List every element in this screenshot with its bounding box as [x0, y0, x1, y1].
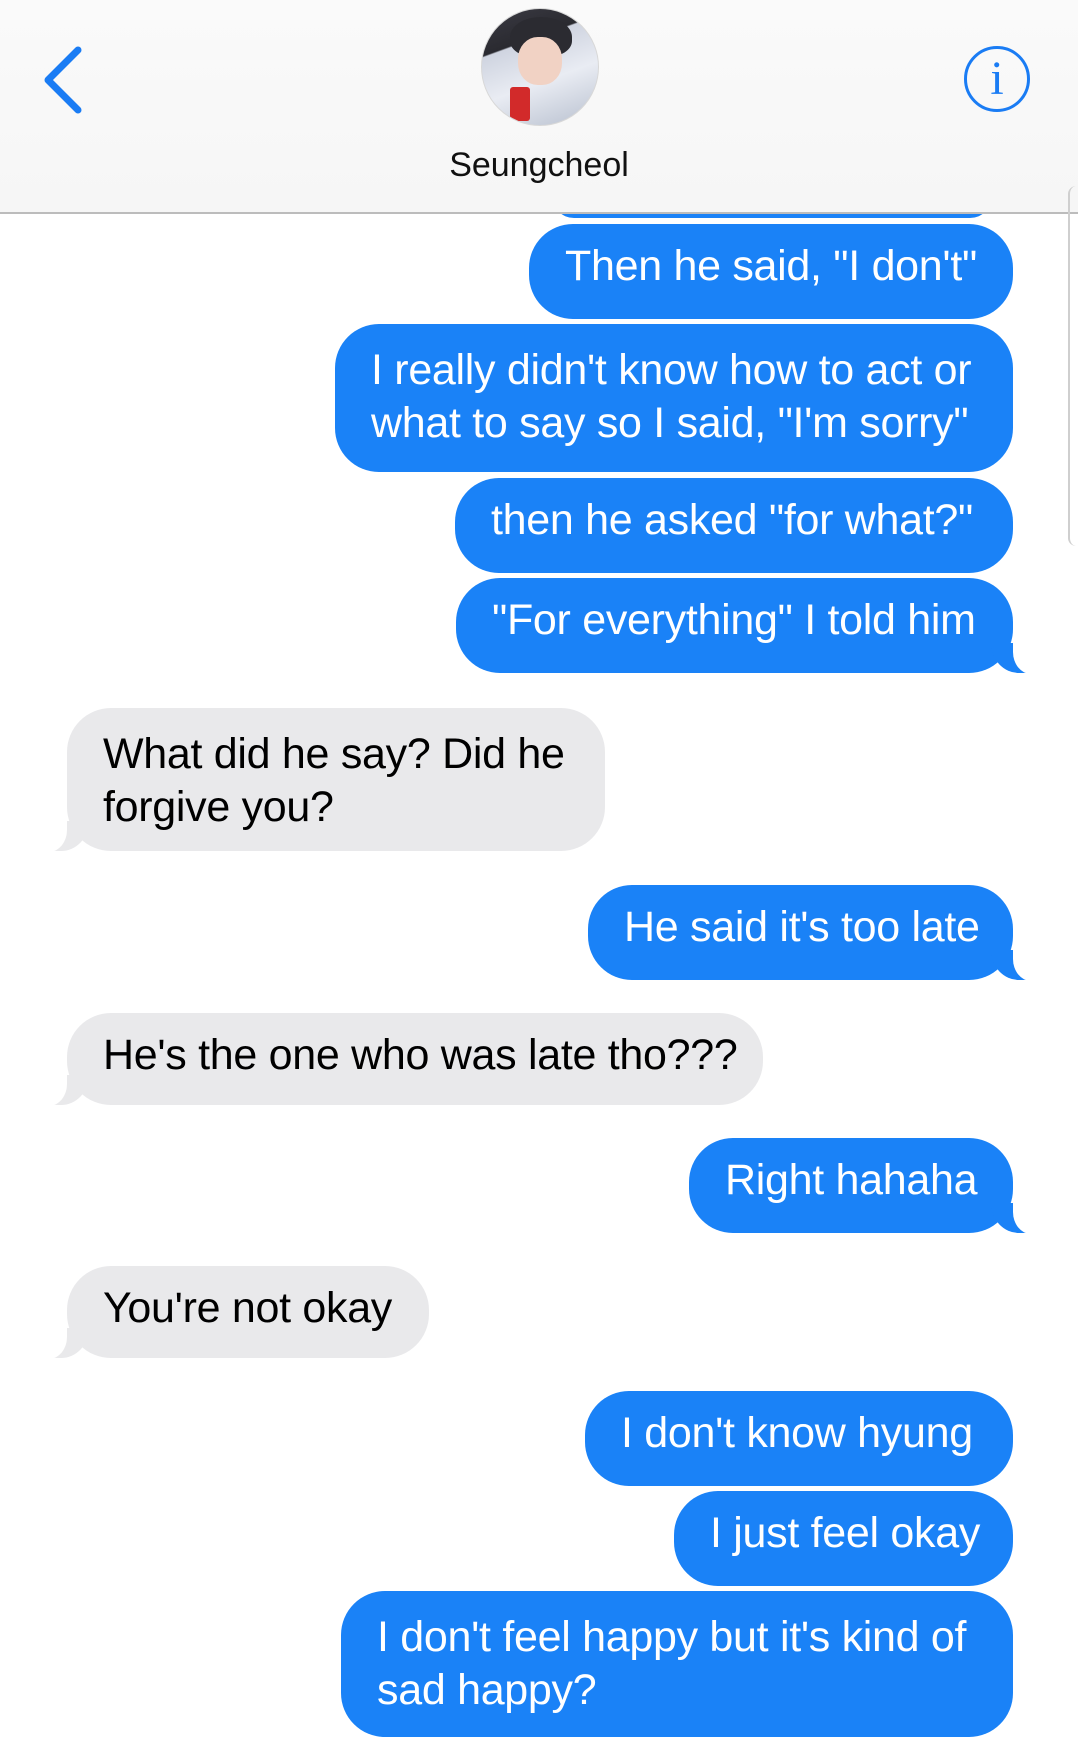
message-text: What did he say? Did he forgive you?: [103, 730, 565, 831]
scrollbar[interactable]: [1068, 186, 1078, 546]
message-text: He's the one who was late tho???: [103, 1031, 738, 1079]
contact-name[interactable]: Seungcheol: [0, 146, 1078, 185]
message-text: "For everything" I told him: [492, 596, 976, 644]
message-text: Right hahaha: [725, 1156, 978, 1204]
message-bubble-sent[interactable]: Right hahaha: [689, 1138, 1043, 1234]
message-text: I just feel okay: [710, 1509, 981, 1557]
message-bubble-sent[interactable]: "For everything" I told him: [456, 578, 1043, 674]
message-bubble-sent[interactable]: Then he said, "I don't": [529, 224, 1013, 319]
chevron-left-icon: [44, 46, 82, 114]
contact-avatar[interactable]: [481, 8, 599, 126]
message-text: then he asked "for what?": [491, 496, 974, 544]
message-text: Then he said, "I don't": [565, 242, 977, 290]
message-bubble-sent[interactable]: He said it's too late: [588, 885, 1043, 981]
message-text: He said it's too late: [624, 903, 980, 951]
message-bubble-sent[interactable]: then he asked "for what?": [455, 478, 1013, 573]
message-text: I don't know hyung: [621, 1409, 973, 1457]
message-text: You're not okay: [103, 1284, 393, 1332]
message-text: I don't feel happy but it's kind of sad …: [377, 1613, 967, 1714]
message-bubble-received[interactable]: You're not okay: [37, 1266, 429, 1359]
message-bubble-sent[interactable]: I don't know hyung: [585, 1391, 1013, 1486]
conversation-header: Seungcheol i: [0, 0, 1078, 214]
back-button[interactable]: [36, 42, 96, 118]
message-bubble-sent[interactable]: I really didn't know how to act or what …: [335, 324, 1013, 472]
message-bubble-sent[interactable]: I don't feel happy but it's kind of sad …: [341, 1591, 1013, 1737]
message-bubble-received[interactable]: What did he say? Did he forgive you?: [37, 708, 605, 852]
message-thread: Then he said, "I don't" I really didn't …: [0, 0, 1078, 1754]
message-text: I really didn't know how to act or what …: [371, 346, 972, 447]
message-bubble-sent[interactable]: I just feel okay: [674, 1491, 1013, 1586]
info-icon: i: [990, 52, 1004, 105]
message-bubble-received[interactable]: He's the one who was late tho???: [37, 1013, 763, 1106]
info-button[interactable]: i: [964, 46, 1030, 112]
